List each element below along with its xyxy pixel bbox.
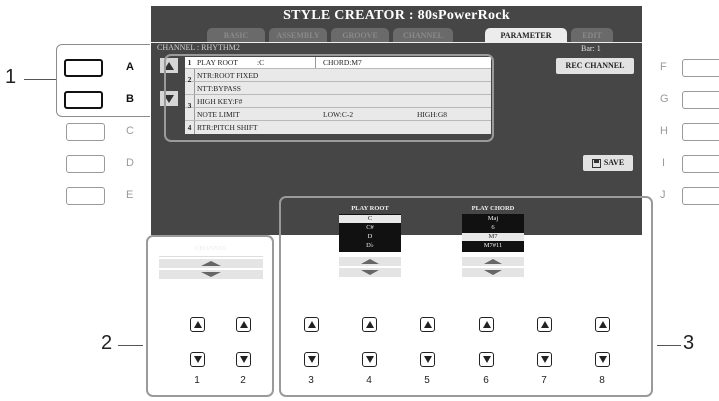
triangle-up-icon — [423, 321, 432, 328]
triangle-down-icon — [307, 356, 316, 363]
down-button-7[interactable] — [537, 352, 552, 367]
triangle-up-icon — [482, 321, 491, 328]
button-number-7: 7 — [541, 375, 547, 386]
save-label: SAVE — [603, 158, 625, 167]
up-button-3[interactable] — [304, 317, 319, 332]
button-a-label: A — [126, 61, 134, 73]
triangle-down-icon — [193, 356, 202, 363]
button-h-label: H — [660, 125, 668, 137]
down-button-3[interactable] — [304, 352, 319, 367]
tab-assembly[interactable]: ASSEMBLY — [269, 28, 327, 42]
button-e[interactable] — [66, 187, 105, 205]
button-j-label: J — [660, 189, 666, 201]
button-number-2: 2 — [240, 375, 246, 386]
floppy-disk-icon — [591, 158, 601, 168]
tab-groove[interactable]: GROOVE — [331, 28, 389, 42]
tab-parameter[interactable]: PARAMETER — [485, 28, 567, 42]
button-b[interactable] — [64, 91, 103, 109]
triangle-up-icon — [540, 321, 549, 328]
channel-group-frame — [146, 235, 274, 397]
tab-edit[interactable]: EDIT — [571, 28, 613, 42]
up-button-6[interactable] — [479, 317, 494, 332]
button-b-label: B — [126, 93, 134, 105]
parameter-list-highlight — [164, 54, 494, 142]
button-number-5: 5 — [424, 375, 430, 386]
up-button-8[interactable] — [595, 317, 610, 332]
triangle-up-icon — [307, 321, 316, 328]
button-f[interactable] — [682, 59, 719, 77]
triangle-down-icon — [423, 356, 432, 363]
button-number-1: 1 — [194, 375, 200, 386]
triangle-down-icon — [482, 356, 491, 363]
up-button-5[interactable] — [420, 317, 435, 332]
button-number-6: 6 — [483, 375, 489, 386]
save-button[interactable]: SAVE — [583, 155, 633, 171]
triangle-up-icon — [598, 321, 607, 328]
up-button-1[interactable] — [190, 317, 205, 332]
button-number-4: 4 — [366, 375, 372, 386]
triangle-down-icon — [365, 356, 374, 363]
rec-channel-button[interactable]: REC CHANNEL — [556, 58, 634, 74]
down-button-5[interactable] — [420, 352, 435, 367]
button-f-label: F — [660, 61, 667, 73]
callout-1-line — [24, 79, 57, 80]
down-button-8[interactable] — [595, 352, 610, 367]
callout-2-line — [118, 345, 143, 346]
triangle-down-icon — [540, 356, 549, 363]
triangle-up-icon — [193, 321, 202, 328]
down-button-6[interactable] — [479, 352, 494, 367]
button-number-8: 8 — [599, 375, 605, 386]
down-button-4[interactable] — [362, 352, 377, 367]
button-d-label: D — [126, 157, 134, 169]
button-i[interactable] — [682, 155, 719, 173]
triangle-down-icon — [598, 356, 607, 363]
button-g-label: G — [660, 93, 669, 105]
triangle-down-icon — [239, 356, 248, 363]
button-number-3: 3 — [308, 375, 314, 386]
button-e-label: E — [126, 189, 134, 201]
down-button-2[interactable] — [236, 352, 251, 367]
channel-info: CHANNEL : RHYTHM2 — [157, 43, 240, 52]
callout-2: 2 — [101, 332, 113, 354]
bar-info: Bar: 1 — [581, 44, 601, 53]
callout-1: 1 — [5, 66, 17, 88]
callout-3-line — [657, 345, 681, 346]
down-button-1[interactable] — [190, 352, 205, 367]
button-j[interactable] — [682, 187, 719, 205]
tab-channel[interactable]: CHANNEL — [393, 28, 453, 42]
button-i-label: I — [662, 157, 666, 169]
button-a[interactable] — [64, 59, 103, 77]
triangle-up-icon — [239, 321, 248, 328]
button-c-label: C — [126, 125, 134, 137]
callout-3: 3 — [683, 332, 695, 354]
triangle-up-icon — [365, 321, 374, 328]
button-h[interactable] — [682, 123, 719, 141]
button-g[interactable] — [682, 91, 719, 109]
button-c[interactable] — [66, 123, 105, 141]
screen-title: STYLE CREATOR : 80sPowerRock — [283, 8, 510, 23]
up-button-7[interactable] — [537, 317, 552, 332]
button-d[interactable] — [66, 155, 105, 173]
up-button-4[interactable] — [362, 317, 377, 332]
up-button-2[interactable] — [236, 317, 251, 332]
tab-basic[interactable]: BASIC — [207, 28, 265, 42]
